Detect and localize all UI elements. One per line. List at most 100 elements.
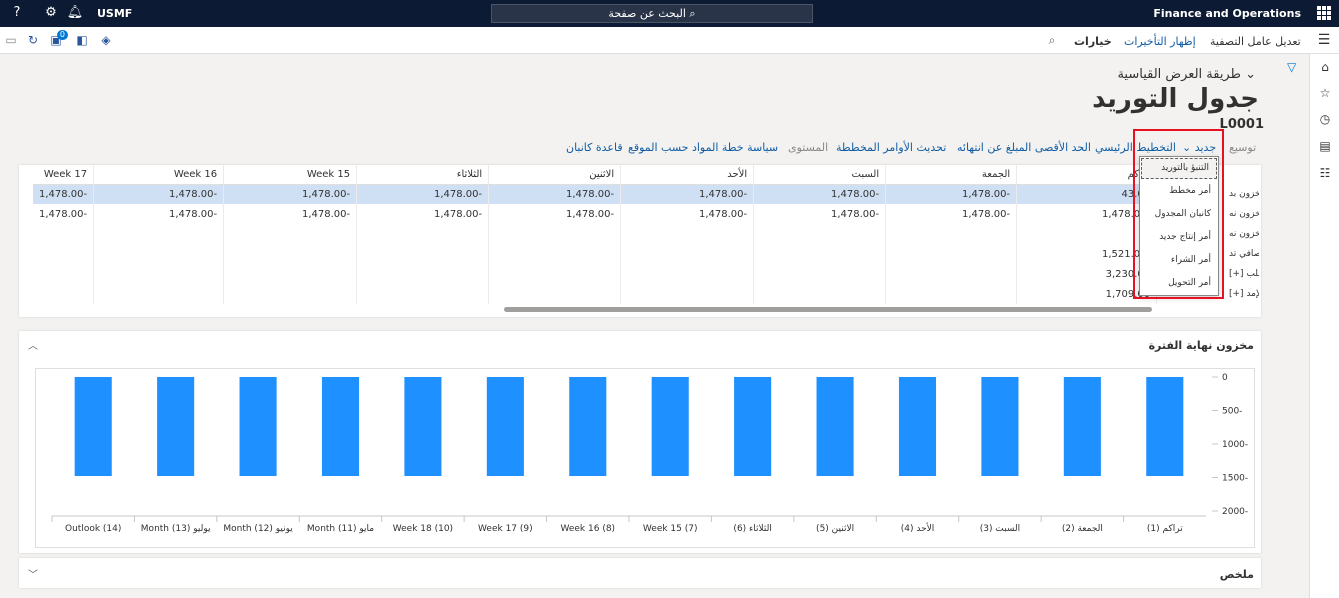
chart-frame: Outlook (14) Month يوليو (13) Month يونيو … [35,368,1255,548]
grid-cell: 1,478.00- [33,204,95,224]
grid-cell: 1,478.00- [93,204,225,224]
hamburger-icon[interactable]: ☰ [1316,32,1332,48]
edit-filter-button[interactable]: تعديل عامل التصفية [1210,35,1301,48]
filter-icon[interactable]: ▽ [1287,60,1296,74]
x-tick-label: تراكم (1) [1147,524,1183,534]
refresh-icon[interactable]: ↻ [25,32,41,48]
table-row[interactable]: 1,478.00- 1,478.00- 1,478.00- 1,478.00- … [33,184,1158,204]
grid-cell: 1,478.00- [885,204,1018,224]
help-icon[interactable]: ? [8,4,26,22]
x-tick-label: Outlook (14) [65,524,121,534]
app-launcher-icon[interactable] [1317,6,1331,20]
home-icon[interactable]: ⌂ [1317,59,1333,75]
row-label[interactable]: مخزون نه [1229,204,1259,224]
clock-icon[interactable]: ◷ [1317,111,1333,127]
column-header[interactable]: Week 16 [93,165,225,185]
x-tick-label: الجمعة (2) [1062,524,1103,534]
grid-cell: 1,478.00- [356,204,490,224]
summary-panel-header[interactable]: ملخص [1220,568,1254,581]
list-icon[interactable]: ☷ [1317,165,1333,181]
column-header[interactable]: الجمعة [885,165,1018,185]
chart-bar[interactable] [157,377,195,477]
grid-cell: 1,478.00- [753,184,887,204]
update-planned-orders-button[interactable]: تحديث الأوامر المخططة [836,141,946,154]
row-label[interactable]: [+] الطلب [1229,264,1259,284]
level-button[interactable]: المستوى [788,141,828,154]
column-header[interactable]: Week 15 [223,165,358,185]
x-tick-label: Week 17 (9) [478,524,533,534]
column-header[interactable]: الثلاثاء [356,165,490,185]
row-label[interactable]: مخزون بد [1229,184,1259,204]
grid-cell: 1,478.00- [223,204,358,224]
grid-header-row: Week 17 Week 16 Week 15 الثلاثاء الاثنين… [33,165,1158,185]
table-row[interactable]: 1,478.00- 1,478.00- 1,478.00- 1,478.00- … [33,204,1158,224]
app-title: Finance and Operations [1153,7,1301,20]
search-icon[interactable]: ⌕ [1044,32,1060,48]
view-name: طريقة العرض القياسية [1117,67,1241,82]
grid-table: Week 17 Week 16 Week 15 الثلاثاء الاثنين… [33,165,1158,304]
grid-cell: 1,478.00- [223,184,358,204]
column-header[interactable]: Week 17 [33,165,95,185]
expand-button[interactable]: توسيع [1229,141,1256,154]
y-tick-label: 1000- [1222,440,1248,450]
table-row[interactable]: 1,709.00 [33,284,1158,304]
supply-schedule-grid: Week 17 Week 16 Week 15 الثلاثاء الاثنين… [19,165,1261,317]
table-row[interactable]: 1,521.00- [33,244,1158,264]
chevron-down-icon: ⌄ [1245,67,1256,82]
x-tick-label: Week 15 (7) [643,524,698,534]
grid-cell: 1,478.00- [356,184,490,204]
chevron-down-icon[interactable]: ﹀ [28,566,38,581]
column-header[interactable]: السبت [753,165,887,185]
show-delays-button[interactable]: إظهار التأخيرات [1124,35,1196,48]
summary-panel: ﹀ ملخص [19,558,1261,588]
grid-cell: 1,478.00- [620,204,755,224]
page-title: جدول التوريد [1092,84,1259,114]
chart-bar[interactable] [816,377,854,477]
row-labels: مخزون بد مخزون نه مخزون نه صافي تد [+] ا… [1229,184,1259,304]
chart-bar[interactable] [404,377,442,477]
office-icon[interactable]: ◧ [74,32,90,48]
column-header[interactable]: الأحد [620,165,755,185]
chart-bar[interactable] [321,377,360,477]
search-placeholder: البحث عن صفحة [608,7,686,20]
chart-bar[interactable] [1146,377,1184,477]
horizontal-scrollbar[interactable] [504,307,1152,312]
chart-bar[interactable] [486,377,524,477]
row-label[interactable]: صافي تد [1229,244,1259,264]
chart-panel-header[interactable]: مخزون نهاية الفترة [1149,339,1254,352]
view-selector[interactable]: طريقة العرض القياسية ⌄ [1117,67,1256,82]
chart-bar[interactable] [239,377,277,477]
options-tab[interactable]: خيارات [1074,35,1112,48]
grid-cell: 1,478.00- [488,184,622,204]
chart-bar[interactable] [981,377,1019,477]
company-picker[interactable]: USMF [97,7,132,20]
chart-bar[interactable] [898,377,937,477]
x-tick-label: الأحد (4) [901,522,935,534]
chart-bar[interactable] [569,377,607,477]
x-tick-label: Month مايو (11) [307,524,374,534]
action-bar: ▭ ↻ ▣ 0 ◧ ◈ ⌕ خيارات إظهار التأخيرات تعد… [0,27,1339,54]
bell-icon[interactable]: 🔔︎ [66,4,84,22]
row-label[interactable]: مخزون نه [1229,224,1259,244]
search-input[interactable]: البحث عن صفحة ⌕ [491,4,813,23]
chart-bar[interactable] [1063,377,1101,477]
column-header[interactable]: الاثنين [488,165,622,185]
chart-bar[interactable] [734,377,772,477]
gear-icon[interactable]: ⚙ [42,4,60,22]
max-amount-button[interactable]: الحد الأقصى المبلغ عن انتهائه [957,141,1091,154]
chevron-up-icon[interactable]: ︿ [28,337,38,352]
star-icon[interactable]: ☆ [1317,85,1333,101]
chart-bar[interactable] [74,377,112,477]
row-label[interactable]: [+] الإمد [1229,284,1259,304]
minimize-icon[interactable]: ▭ [3,32,19,48]
x-tick-label: Month يونيو (12) [223,524,293,534]
powerapps-icon[interactable]: ◈ [98,32,114,48]
chart-bar[interactable] [651,377,689,477]
kanban-rule-button[interactable]: قاعدة كانبان [566,141,623,154]
attachments-icon[interactable]: ▣ 0 [48,30,68,48]
workspace-icon[interactable]: ▤ [1317,138,1333,154]
x-tick-label: السبت (3) [980,524,1020,534]
site-item-policy-button[interactable]: سياسة خطة المواد حسب الموقع [628,141,778,154]
table-row[interactable]: 3,230.00 [33,264,1158,284]
table-row[interactable] [33,224,1158,244]
